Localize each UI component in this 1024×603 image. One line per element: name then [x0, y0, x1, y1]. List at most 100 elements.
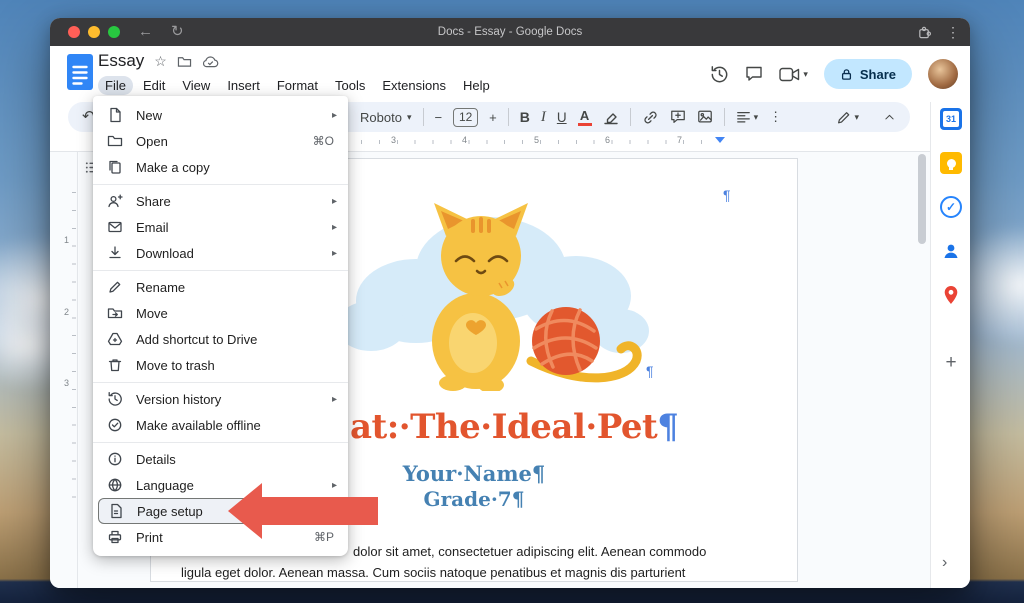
menu-item-move-to-trash[interactable]: Move to trash [93, 352, 348, 378]
move-folder-icon [107, 305, 123, 321]
browser-menu-icon[interactable]: ⋮ [946, 24, 960, 41]
offline-check-icon [107, 417, 123, 433]
menu-item-new[interactable]: New ▸ [93, 102, 348, 128]
cat-illustration[interactable] [331, 191, 651, 391]
menu-file[interactable]: File [98, 76, 133, 95]
menu-view[interactable]: View [175, 76, 217, 95]
google-docs-logo-icon[interactable] [66, 53, 94, 96]
grade-text: Grade·7 [424, 487, 512, 511]
google-maps-icon[interactable] [940, 284, 962, 306]
menu-item-share[interactable]: Share ▸ [93, 188, 348, 214]
zoom-button[interactable] [108, 26, 120, 38]
collapse-toolbar-icon[interactable] [883, 111, 896, 124]
italic-icon[interactable]: I [541, 109, 546, 126]
body-text-line: ligula eget dolor. Aenean massa. Cum soc… [181, 565, 685, 580]
text-color-icon[interactable]: A [578, 109, 592, 126]
chevron-down-icon: ▾ [803, 69, 808, 80]
menu-item-details[interactable]: Details [93, 446, 348, 472]
menu-item-move[interactable]: Move [93, 300, 348, 326]
language-globe-icon [107, 477, 123, 493]
version-history-icon [107, 391, 123, 407]
menu-item-download[interactable]: Download ▸ [93, 240, 348, 266]
window-title: Docs - Essay - Google Docs [50, 26, 970, 38]
meet-call-control[interactable]: ▾ [779, 67, 808, 82]
increase-font-size-button[interactable]: + [489, 110, 497, 125]
back-icon[interactable]: ← [138, 18, 153, 46]
close-button[interactable] [68, 26, 80, 38]
trash-icon [107, 357, 123, 373]
menu-bar: File Edit View Insert Format Tools Exten… [98, 76, 497, 95]
insert-link-icon[interactable] [642, 109, 659, 126]
menu-item-label: Open [136, 134, 168, 149]
add-side-panel-app-icon[interactable]: + [940, 352, 962, 374]
insert-image-icon[interactable] [697, 109, 713, 125]
more-toolbar-options-icon[interactable]: ⋮ [769, 109, 782, 125]
open-folder-icon [107, 133, 123, 149]
chevron-down-icon: ▾ [854, 112, 859, 123]
menu-item-open[interactable]: Open ⌘O [93, 128, 348, 154]
minimize-button[interactable] [88, 26, 100, 38]
move-folder-icon[interactable] [177, 55, 192, 68]
ruler-number: 2 [64, 307, 69, 317]
menu-item-make-available-offline[interactable]: Make available offline [93, 412, 348, 438]
menu-edit[interactable]: Edit [136, 76, 172, 95]
align-select[interactable]: ▾ [736, 110, 759, 125]
chevron-down-icon: ▾ [407, 112, 412, 123]
user-avatar[interactable] [928, 59, 958, 89]
extensions-puzzle-icon[interactable] [917, 25, 932, 40]
menu-insert[interactable]: Insert [220, 76, 267, 95]
hide-side-panel-chevron-icon[interactable]: › [942, 554, 947, 572]
editing-mode-select[interactable]: ▾ [836, 110, 859, 125]
google-contacts-icon[interactable] [940, 240, 962, 262]
video-camera-icon [779, 67, 800, 82]
google-keep-icon[interactable] [940, 152, 962, 174]
pilcrow-mark: ¶ [512, 487, 525, 511]
menu-help[interactable]: Help [456, 76, 497, 95]
underline-icon[interactable]: U [557, 110, 567, 125]
essay-title: at:·The·Ideal·Pet¶ [350, 407, 678, 447]
email-icon [107, 219, 123, 235]
font-family-select[interactable]: Roboto ▾ [360, 110, 412, 125]
vertical-scrollbar[interactable] [918, 154, 926, 244]
menu-tools[interactable]: Tools [328, 76, 372, 95]
menu-item-label: Add shortcut to Drive [136, 332, 257, 347]
share-button[interactable]: Share [824, 59, 912, 89]
copy-icon [107, 159, 123, 175]
menu-item-label: Make available offline [136, 418, 261, 433]
menu-item-rename[interactable]: Rename [93, 274, 348, 300]
cloud-status-icon[interactable] [202, 55, 219, 68]
ruler-number: 1 [64, 235, 69, 245]
decrease-font-size-button[interactable]: − [435, 110, 443, 125]
version-history-icon[interactable] [710, 65, 729, 84]
add-comment-icon[interactable] [670, 109, 686, 125]
menu-format[interactable]: Format [270, 76, 325, 95]
google-calendar-icon[interactable]: 31 [940, 108, 962, 130]
info-icon [107, 451, 123, 467]
pilcrow-mark: ¶ [532, 461, 545, 486]
star-icon[interactable]: ☆ [154, 54, 167, 68]
reload-icon[interactable]: ↻ [171, 18, 184, 46]
vertical-ruler[interactable]: 1 2 3 [50, 152, 78, 588]
menu-separator [93, 378, 348, 386]
menu-item-label: Share [136, 194, 171, 209]
menu-item-make-a-copy[interactable]: Make a copy [93, 154, 348, 180]
highlight-color-icon[interactable] [603, 109, 619, 125]
menu-item-label: Move [136, 306, 168, 321]
comments-icon[interactable] [745, 65, 763, 83]
menu-item-version-history[interactable]: Version history ▸ [93, 386, 348, 412]
bold-icon[interactable]: B [520, 109, 530, 125]
menu-extensions[interactable]: Extensions [375, 76, 453, 95]
right-indent-marker[interactable] [715, 137, 725, 143]
menu-item-label: Language [136, 478, 194, 493]
document-title[interactable]: Essay [98, 51, 144, 71]
google-tasks-icon[interactable]: ✓ [940, 196, 962, 218]
pilcrow-mark: ¶ [657, 407, 678, 447]
submenu-arrow-icon: ▸ [332, 196, 337, 207]
menu-item-label: Rename [136, 280, 185, 295]
font-size-input[interactable]: 12 [453, 108, 478, 127]
menu-item-email[interactable]: Email ▸ [93, 214, 348, 240]
menu-item-add-shortcut-to-drive[interactable]: Add shortcut to Drive [93, 326, 348, 352]
pilcrow-mark: ¶ [723, 187, 731, 203]
byline-text: Your·Name [403, 461, 532, 486]
download-icon [107, 245, 123, 261]
